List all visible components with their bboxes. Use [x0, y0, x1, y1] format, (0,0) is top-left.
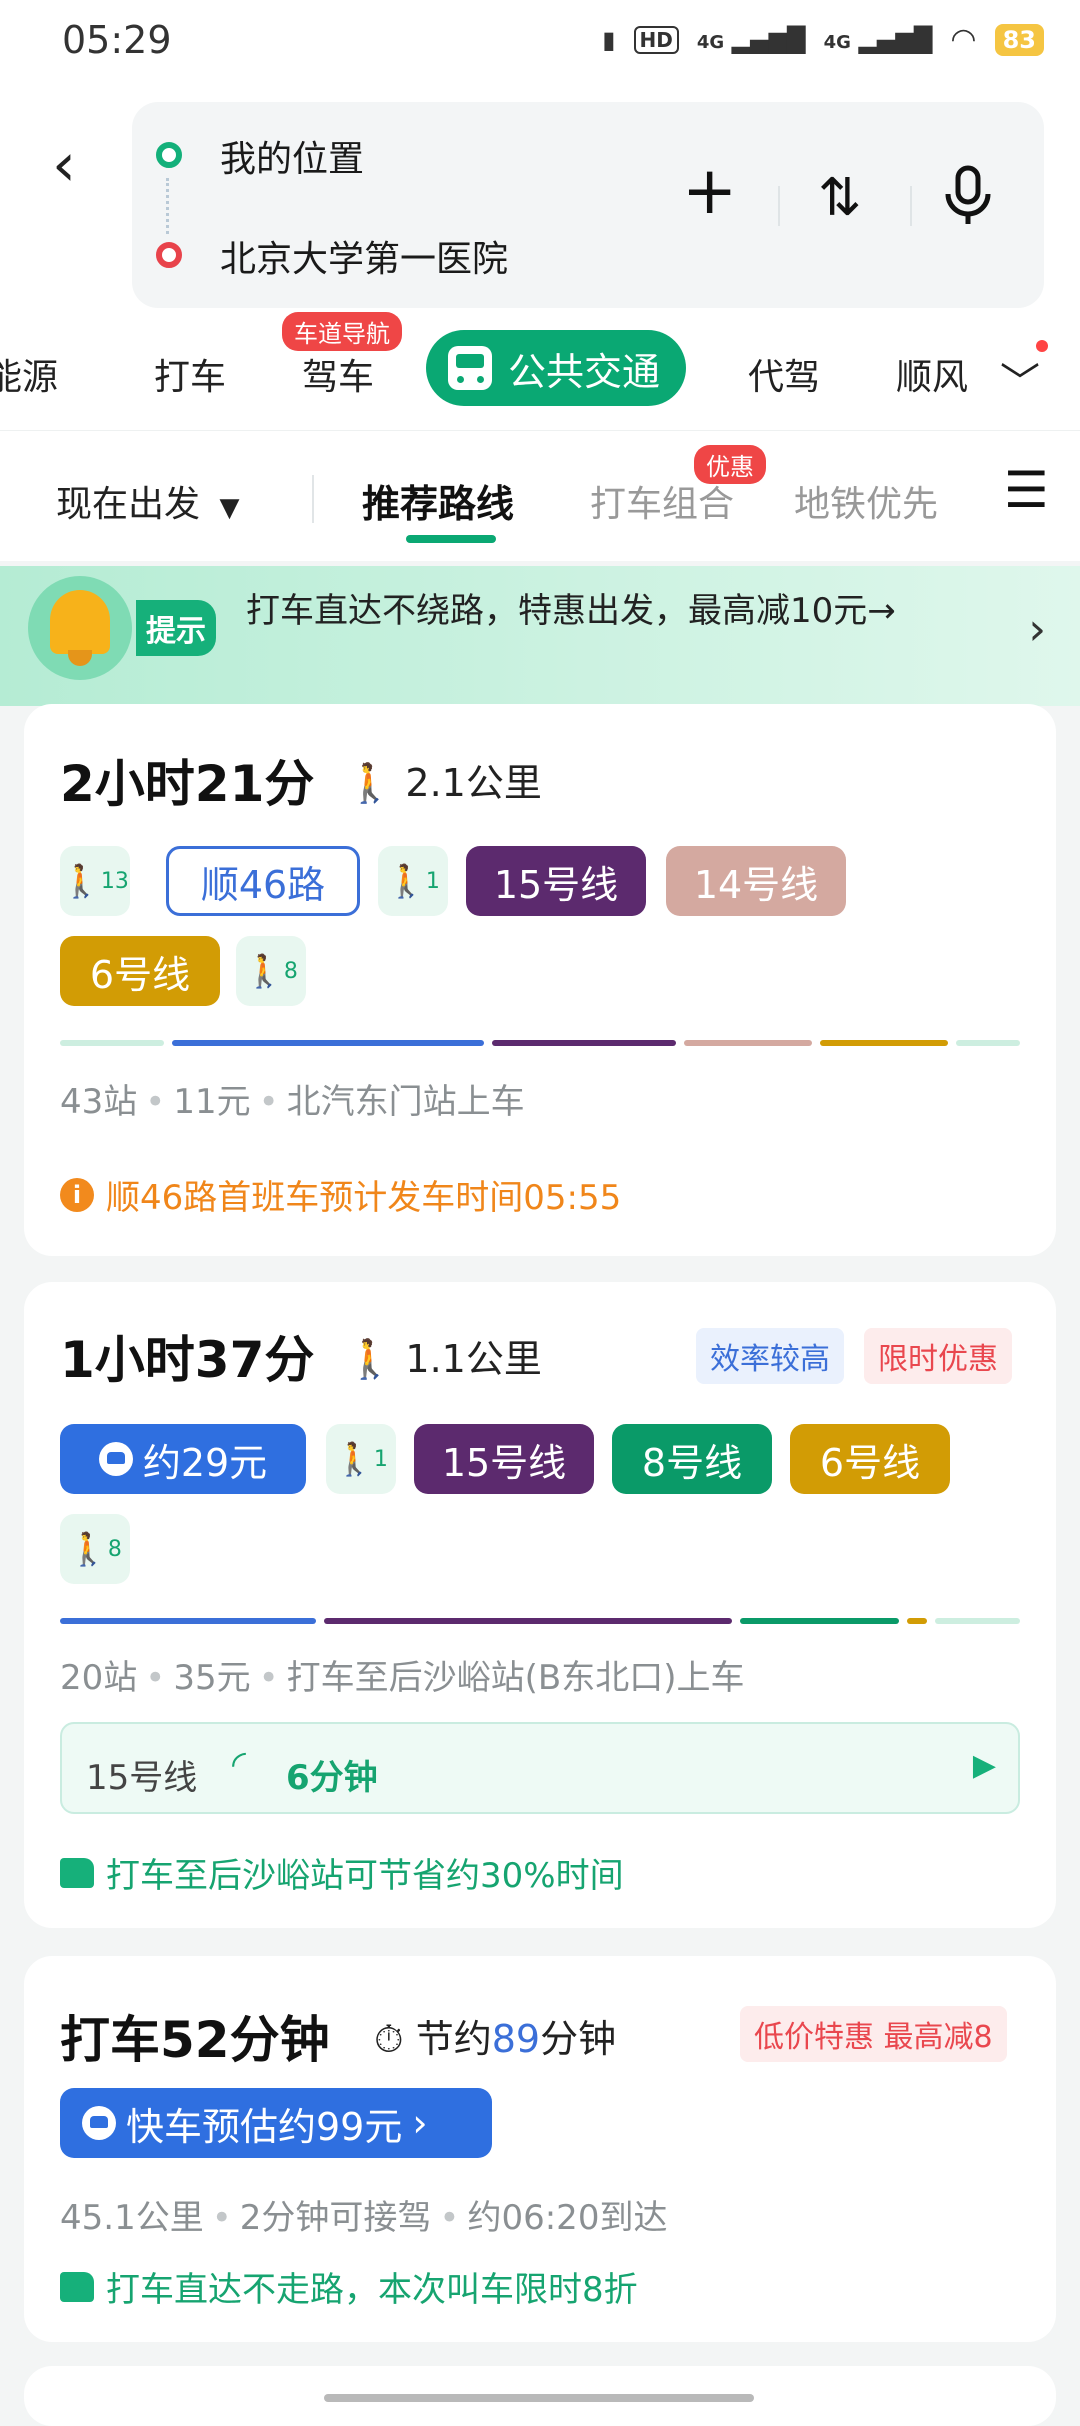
subway-line-6-chip: 6号线 — [790, 1424, 950, 1494]
clock: 05:29 — [62, 18, 172, 62]
bus-icon — [448, 346, 492, 390]
tab-energy[interactable]: 能源 — [0, 348, 58, 400]
origin-field[interactable]: 我的位置 — [220, 130, 364, 182]
bell-icon — [28, 576, 132, 680]
walk-distance: 🚶 1.1公里 — [346, 1337, 542, 1381]
transport-mode-tabs: 能源 打车 驾车 车道导航 公共交通 代驾 顺风 ﹀ — [0, 310, 1080, 430]
back-button[interactable]: ‹ — [52, 130, 76, 200]
notification-dot — [1036, 340, 1048, 352]
header-divider — [910, 186, 912, 226]
tab-drive[interactable]: 驾车 — [302, 348, 374, 400]
tip-text: 打车直达不绕路，特惠出发，最高减10元→ — [246, 591, 896, 631]
express-car-button[interactable]: 快车预估约99元 › — [60, 2088, 492, 2158]
route-progress-bar — [60, 1040, 1020, 1046]
route-card[interactable]: 1小时37分 🚶 1.1公里 效率较高 限时优惠 约29元 🚶 1 15号线 8号… — [24, 1282, 1056, 1928]
play-arrow-icon: ▶ — [972, 1748, 996, 1783]
taxi-meta: 45.1公里 • 2分钟可接驾 • 约06:20到达 — [60, 2198, 668, 2238]
origin-dot-icon — [156, 142, 182, 168]
chevron-down-icon[interactable]: ﹀ — [1000, 350, 1040, 408]
route-dotted-line — [166, 178, 169, 234]
tab-public-transit-label: 公共交通 — [508, 349, 661, 394]
taxi-segment-chip: 约29元 — [60, 1424, 306, 1494]
walk-segment-chip: 🚶 8 — [236, 936, 306, 1006]
efficiency-tag: 效率较高 — [696, 1328, 844, 1384]
tab-designated-driver[interactable]: 代驾 — [748, 348, 820, 400]
destination-field[interactable]: 北京大学第一医院 — [220, 230, 508, 282]
realtime-arrival-box[interactable]: 15号线 ◜ 6分钟 ▶ — [60, 1722, 1020, 1814]
subway-line-14-chip: 14号线 — [666, 846, 846, 916]
thumbs-up-icon — [60, 2271, 94, 2302]
taxi-route-card[interactable]: 打车52分钟 ⏱ 节约89分钟 低价特惠 最高减8 快车预估约99元 › 45.… — [24, 1956, 1056, 2342]
walk-segment-chip: 🚶 8 — [60, 1514, 130, 1584]
sort-divider — [312, 475, 314, 523]
route-duration: 1小时37分 — [60, 1331, 315, 1389]
active-tab-indicator — [406, 535, 496, 543]
route-card[interactable]: 2小时21分 🚶 2.1公里 🚶 13 顺46路 🚶 1 15号线 14号线 6号线… — [24, 704, 1056, 1256]
route-progress-bar — [60, 1618, 1020, 1624]
swap-icon[interactable]: ⇅ — [818, 168, 862, 228]
vibrate-icon: ▮ — [602, 25, 616, 54]
status-bar: 05:29 ▮ HD 4G ▂▄▆█ 4G ▂▄▆█ ◠ 83 — [0, 0, 1080, 90]
hd-icon: HD — [633, 25, 679, 54]
info-icon: i — [60, 1177, 94, 1212]
lane-nav-badge: 车道导航 — [282, 312, 402, 351]
discount-badge: 优惠 — [694, 445, 766, 484]
tab-taxi[interactable]: 打车 — [154, 348, 226, 400]
tab-public-transit[interactable]: 公共交通 — [426, 330, 687, 406]
tip-label: 提示 — [136, 600, 216, 656]
wifi-icon: ◠ — [950, 22, 977, 57]
destination-dot-icon — [156, 242, 182, 268]
tab-subway-first[interactable]: 地铁优先 — [794, 475, 938, 527]
header-divider — [778, 186, 780, 226]
subway-line-8-chip: 8号线 — [612, 1424, 772, 1494]
route-header: ‹ 我的位置 北京大学第一医院 + ⇅ — [0, 90, 1080, 310]
walk-segment-chip: 🚶 1 — [378, 846, 448, 916]
walk-segment-chip: 🚶 13 — [60, 846, 130, 916]
route-search-box: 我的位置 北京大学第一医院 + ⇅ — [132, 102, 1044, 308]
thumbs-up-icon — [60, 1857, 94, 1888]
realtime-line: 15号线 — [86, 1758, 198, 1798]
limited-offer-tag: 限时优惠 — [864, 1328, 1012, 1384]
realtime-time: 6分钟 — [286, 1758, 378, 1798]
subway-line-15-chip: 15号线 — [466, 846, 646, 916]
low-price-tag: 低价特惠 最高减8 — [740, 2006, 1007, 2062]
time-saved: ⏱ 节约89分钟 — [374, 2017, 617, 2061]
walk-distance: 🚶 2.1公里 — [346, 761, 542, 805]
walk-segment-chip: 🚶 1 — [326, 1424, 396, 1494]
route-meta: 20站 • 35元 • 打车至后沙峪站(B东北口)上车 — [60, 1658, 745, 1698]
depart-time-selector[interactable]: 现在出发 ▼ — [56, 475, 239, 527]
realtime-signal-icon: ◜ — [232, 1744, 246, 1785]
taxi-duration: 打车52分钟 — [60, 2011, 330, 2069]
save-time-notice: 打车至后沙峪站可节省约30%时间 — [60, 1848, 624, 1897]
tip-banner[interactable]: 提示 打车直达不绕路，特惠出发，最高减10元→ › — [0, 566, 1080, 706]
tab-recommended[interactable]: 推荐路线 — [362, 473, 514, 528]
signal-1-icon: 4G ▂▄▆█ — [696, 25, 806, 54]
taxi-icon — [82, 2106, 116, 2140]
status-icons: ▮ HD 4G ▂▄▆█ 4G ▂▄▆█ ◠ 83 — [602, 22, 1044, 57]
subway-line-6-chip: 6号线 — [60, 936, 220, 1006]
battery-icon: 83 — [994, 23, 1044, 56]
tab-ride-share[interactable]: 顺风 — [896, 348, 970, 400]
caret-down-icon: ▼ — [219, 493, 240, 523]
route-meta: 43站 • 11元 • 北汽东门站上车 — [60, 1082, 525, 1122]
subway-line-15-chip: 15号线 — [414, 1424, 594, 1494]
microphone-icon[interactable] — [940, 164, 996, 243]
stopwatch-icon: ⏱ — [374, 2017, 404, 2061]
add-waypoint-button[interactable]: + — [682, 152, 737, 229]
chevron-right-icon: › — [1028, 604, 1046, 655]
taxi-discount-notice: 打车直达不走路，本次叫车限时8折 — [60, 2262, 638, 2311]
home-indicator[interactable] — [324, 2394, 754, 2402]
chevron-right-icon: › — [412, 2101, 428, 2145]
signal-2-icon: 4G ▂▄▆█ — [823, 25, 933, 54]
taxi-icon — [98, 1442, 133, 1476]
route-duration: 2小时21分 — [60, 755, 315, 813]
first-bus-notice: i 顺46路首班车预计发车时间05:55 — [60, 1170, 621, 1219]
bus-line-chip: 顺46路 — [166, 846, 360, 916]
filter-menu-icon[interactable]: ☰ — [1004, 461, 1049, 519]
sort-bar: 现在出发 ▼ 推荐路线 打车组合 优惠 地铁优先 ☰ — [0, 430, 1080, 561]
